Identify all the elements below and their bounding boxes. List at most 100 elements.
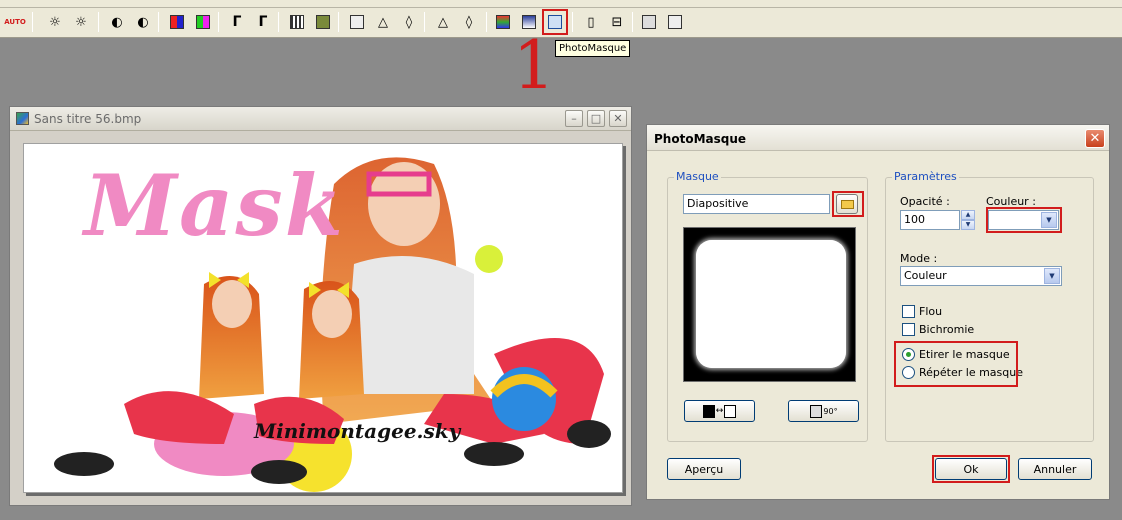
maximize-button[interactable]: □ — [587, 110, 605, 127]
grid-button[interactable] — [286, 11, 308, 33]
dropdown-arrow-icon: ▼ — [1044, 268, 1060, 284]
image-window: Sans titre 56.bmp – □ ✕ Mask Minimontage… — [9, 106, 632, 506]
sun-minus-icon: ☼ — [49, 14, 61, 30]
canvas-title-text: Mask — [84, 156, 345, 255]
bitmap-document-icon — [16, 112, 29, 125]
rotate-label: 90° — [823, 406, 838, 416]
gamma-plus-button[interactable]: Γ — [252, 11, 274, 33]
contrast-minus-icon: ◐ — [111, 14, 123, 30]
toolbar-separator — [338, 12, 339, 32]
canvas-watermark: Minimontagee.sky — [254, 419, 461, 443]
saturation-minus-button[interactable] — [166, 11, 188, 33]
parameters-group-label: Paramètres — [892, 170, 959, 183]
close-window-button[interactable]: ✕ — [609, 110, 627, 127]
toolbar-separator — [632, 12, 633, 32]
brightness-minus-button[interactable]: ☼ — [44, 11, 66, 33]
grid-icon — [290, 15, 304, 29]
gamma-minus-button[interactable]: Γ — [226, 11, 248, 33]
mode-select[interactable]: Couleur ▼ — [900, 266, 1062, 286]
page-icon: ⊟ — [611, 14, 623, 30]
brightness-auto-button[interactable]: AUTO — [4, 11, 26, 33]
color-minus-icon — [170, 15, 184, 29]
sharpen-button[interactable]: △ — [372, 11, 394, 33]
blur-button[interactable] — [346, 11, 368, 33]
toolbar-separator — [32, 12, 33, 32]
image-window-title: Sans titre 56.bmp — [34, 112, 142, 126]
brightness-plus-button[interactable]: ☼ — [70, 11, 92, 33]
contrast-plus-button[interactable]: ◐ — [132, 11, 154, 33]
color-highlight — [986, 207, 1062, 233]
ok-highlight — [932, 455, 1010, 483]
mask-group-label: Masque — [674, 170, 721, 183]
opacity-field[interactable]: 100 — [900, 210, 960, 230]
print-button[interactable] — [664, 11, 686, 33]
spin-down-icon: ▼ — [961, 220, 975, 230]
blur-checkbox[interactable] — [902, 305, 915, 318]
contrast-minus-button[interactable]: ◐ — [106, 11, 128, 33]
opacity-label: Opacité : — [900, 195, 950, 208]
photomasque-tooltip: PhotoMasque — [555, 40, 631, 57]
opacity-spinner[interactable]: ▲ ▼ — [961, 210, 975, 230]
cancel-button[interactable]: Annuler — [1018, 458, 1092, 480]
mask-preview — [683, 227, 856, 382]
mode-label: Mode : — [900, 252, 938, 265]
auto-label: AUTO — [4, 18, 26, 26]
mask-mode-highlight — [894, 341, 1018, 387]
contrast-plus-icon: ◐ — [137, 14, 149, 30]
color-plus-icon — [196, 15, 210, 29]
photomasque-dialog: PhotoMasque ✕ Masque Diapositive ↔ 90° P… — [646, 124, 1110, 500]
invert-white-icon — [724, 404, 737, 418]
preview-button[interactable]: Aperçu — [667, 458, 741, 480]
dialog-close-button[interactable]: ✕ — [1085, 129, 1105, 148]
mask-preview-shape — [696, 240, 846, 368]
gradient-button[interactable] — [492, 11, 514, 33]
close-icon: ✕ — [1089, 131, 1101, 146]
book-button[interactable]: ▯ — [580, 11, 602, 33]
bichromie-label: Bichromie — [919, 323, 975, 336]
toolbar-separator — [218, 12, 219, 32]
sun-plus-icon: ☼ — [75, 14, 87, 30]
dialog-title: PhotoMasque — [654, 132, 747, 146]
image-canvas[interactable]: Mask Minimontagee.sky — [23, 143, 623, 493]
toolbar-top-row — [0, 0, 1122, 8]
page-button[interactable]: ⊟ — [606, 11, 628, 33]
gradient-icon — [496, 15, 510, 29]
blur-icon — [350, 15, 364, 29]
minimize-button[interactable]: – — [565, 110, 583, 127]
texture-button[interactable] — [312, 11, 334, 33]
layers-button[interactable] — [638, 11, 660, 33]
smooth-button[interactable]: ◊ — [398, 11, 420, 33]
mask-name-field[interactable]: Diapositive — [683, 194, 830, 214]
toolbar-separator — [98, 12, 99, 32]
main-toolbar: AUTO ☼ ☼ ◐ ◐ Γ Γ △ ◊ △ ◊ ▯ ⊟ — [0, 8, 1122, 38]
layers-icon — [642, 15, 656, 29]
image-window-titlebar[interactable]: Sans titre 56.bmp – □ ✕ — [10, 107, 631, 131]
sharpen-more-button[interactable]: △ — [432, 11, 454, 33]
droplet-icon: ◊ — [465, 14, 473, 30]
bichromie-checkbox[interactable] — [902, 323, 915, 336]
invert-mask-button[interactable]: ↔ — [684, 400, 755, 422]
blur-label: Flou — [919, 305, 943, 318]
drop-icon: △ — [378, 14, 388, 30]
mode-value: Couleur — [904, 269, 947, 282]
open-mask-highlight — [832, 191, 864, 217]
swap-arrow-icon: ↔ — [715, 406, 724, 416]
saturation-plus-button[interactable] — [192, 11, 214, 33]
toolbar-separator — [572, 12, 573, 32]
minimize-icon: – — [571, 112, 577, 125]
invert-black-icon — [702, 404, 715, 418]
texture-icon — [316, 15, 330, 29]
gamma-plus-icon: Γ — [258, 14, 268, 30]
toolbar-separator — [486, 12, 487, 32]
emboss-button[interactable]: ◊ — [458, 11, 480, 33]
annotation-1: 1 — [513, 27, 555, 104]
gamma-minus-icon: Γ — [232, 14, 242, 30]
parameters-groupbox: Paramètres Opacité : 100 ▲ ▼ Couleur : ▼… — [885, 170, 1094, 442]
rotate-mask-button[interactable]: 90° — [788, 400, 859, 422]
toolbar-separator — [278, 12, 279, 32]
spin-up-icon: ▲ — [961, 210, 975, 220]
book-icon: ▯ — [587, 14, 595, 30]
triangle-icon: △ — [438, 14, 448, 30]
close-icon: ✕ — [613, 112, 623, 125]
dialog-titlebar[interactable]: PhotoMasque ✕ — [647, 125, 1109, 151]
